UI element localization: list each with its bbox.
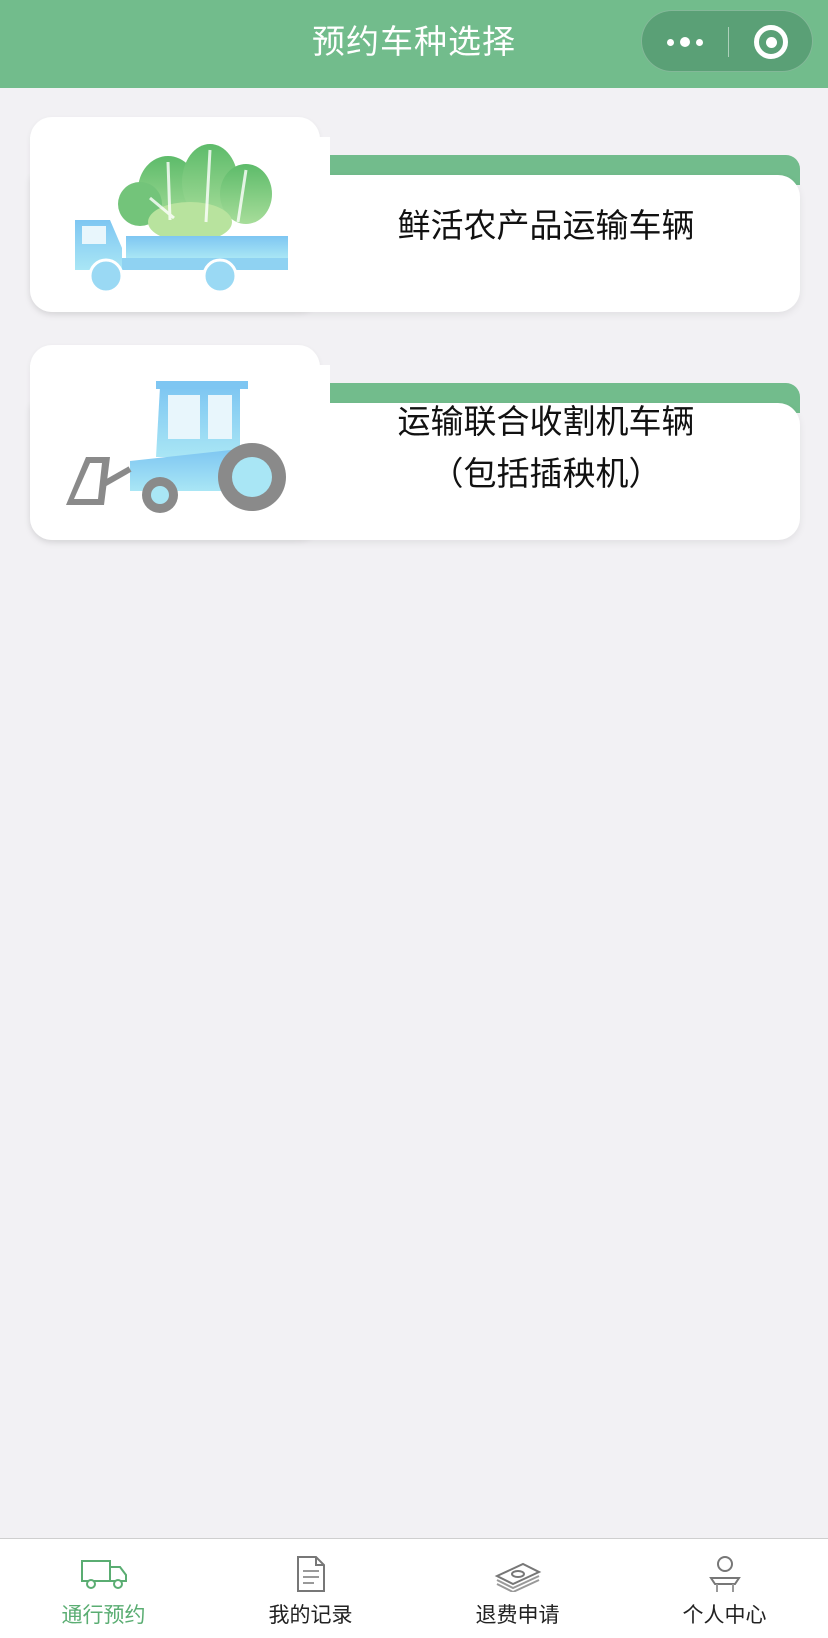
target-dot [765, 36, 777, 48]
vehicle-card-produce[interactable]: 鲜活农产品运输车辆 [30, 117, 800, 312]
card-label-line1: 运输联合收割机车辆 [397, 402, 695, 441]
tab-booking[interactable]: 通行预约 [0, 1539, 207, 1638]
target-circle-icon [754, 25, 788, 59]
mini-program-capsule [641, 10, 813, 72]
card-label: 鲜活农产品运输车辆 [397, 206, 695, 245]
tab-label: 通行预约 [61, 1603, 146, 1627]
tab-label: 个人中心 [682, 1603, 767, 1627]
tab-label: 我的记录 [268, 1603, 353, 1627]
tab-profile[interactable]: 个人中心 [621, 1539, 828, 1638]
more-dot [680, 37, 690, 47]
more-dot [696, 38, 703, 46]
truck-icon [80, 1553, 128, 1595]
more-button[interactable] [642, 11, 728, 73]
card-label-line2: （包括插秧机） [430, 454, 662, 493]
close-button[interactable] [728, 11, 814, 73]
bottom-tab-bar: 通行预约 我的记录 退费申请 个人中心 [0, 1538, 828, 1638]
vehicle-card-harvester[interactable]: 运输联合收割机车辆 （包括插秧机） [30, 345, 800, 540]
money-icon [493, 1553, 543, 1595]
tractor-icon [66, 381, 286, 513]
person-icon [705, 1553, 745, 1595]
tab-label: 退费申请 [475, 1603, 560, 1627]
navigation-bar: 预约车种选择 [0, 0, 828, 88]
more-dots-icon [667, 38, 674, 46]
document-icon [296, 1553, 326, 1595]
produce-truck-icon [75, 144, 288, 294]
tab-refund[interactable]: 退费申请 [414, 1539, 621, 1638]
tab-records[interactable]: 我的记录 [207, 1539, 414, 1638]
